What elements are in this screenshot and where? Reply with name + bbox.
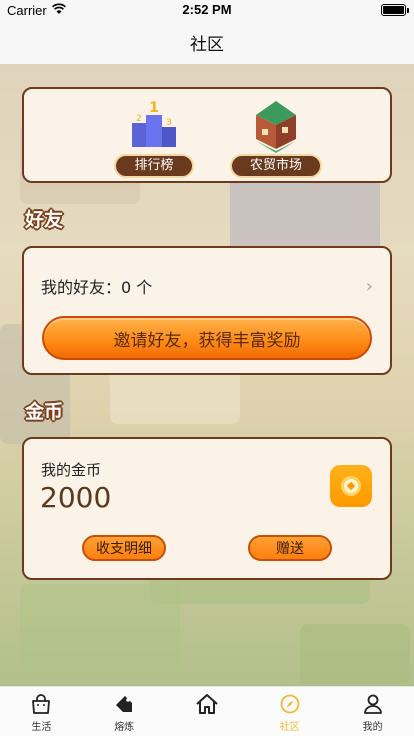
coins-section-title: 金币 [25, 401, 64, 423]
battery-icon [381, 4, 409, 16]
home-icon [196, 694, 218, 714]
my-friends-label: 我的好友：0 个 [41, 278, 153, 297]
tag-icon [116, 696, 133, 712]
compass-icon [280, 694, 300, 714]
market-label: 农贸市场 [230, 154, 322, 178]
market-entry[interactable]: 农贸市场 [230, 97, 322, 178]
friends-card: 我的好友：0 个 › 邀请好友，获得丰富奖励 [22, 246, 392, 375]
chevron-right-icon: › [365, 275, 373, 297]
tab-life-label: 生活 [31, 722, 52, 733]
leaderboard-entry[interactable]: 1 2 3 排行榜 [114, 97, 194, 178]
user-icon [363, 694, 382, 714]
tab-bar: 生活 熔炼 社区 我的 [0, 686, 414, 736]
gift-coins-button[interactable]: 赠送 [248, 535, 332, 561]
leaderboard-podium-icon: 1 2 3 [132, 100, 176, 147]
tab-life[interactable]: 生活 [0, 687, 83, 736]
tab-community-label: 社区 [279, 722, 300, 733]
coin-icon [330, 465, 372, 507]
clock: 2:52 PM [182, 2, 232, 17]
tab-home[interactable] [166, 687, 249, 736]
shopping-bag-icon [32, 694, 51, 714]
feature-card: 1 2 3 排行榜 农贸市场 [22, 87, 392, 183]
tab-smelt-label: 熔炼 [114, 722, 135, 733]
tab-mine-label: 我的 [362, 722, 383, 733]
coins-label: 我的金币 [41, 461, 102, 479]
svg-text:3: 3 [166, 118, 172, 128]
leaderboard-label: 排行榜 [114, 154, 194, 178]
invite-friends-button[interactable]: 邀请好友，获得丰富奖励 [42, 316, 372, 360]
tab-mine[interactable]: 我的 [331, 687, 414, 736]
status-bar: Carrier 2:52 PM [0, 0, 414, 20]
nav-bar: 社区 [0, 20, 414, 64]
coins-balance: 2000 [40, 481, 112, 514]
svg-text:2: 2 [136, 114, 142, 124]
tab-smelt[interactable]: 熔炼 [83, 687, 166, 736]
svg-text:1: 1 [149, 100, 159, 116]
tab-community[interactable]: 社区 [248, 687, 331, 736]
my-friends-row[interactable]: 我的好友：0 个 › [41, 274, 373, 298]
friends-section-title: 好友 [25, 209, 64, 231]
transaction-details-button[interactable]: 收支明细 [82, 535, 166, 561]
market-building-icon [256, 101, 296, 153]
coins-card: 我的金币 2000 收支明细 赠送 [22, 437, 392, 580]
page-title: 社区 [190, 34, 224, 55]
